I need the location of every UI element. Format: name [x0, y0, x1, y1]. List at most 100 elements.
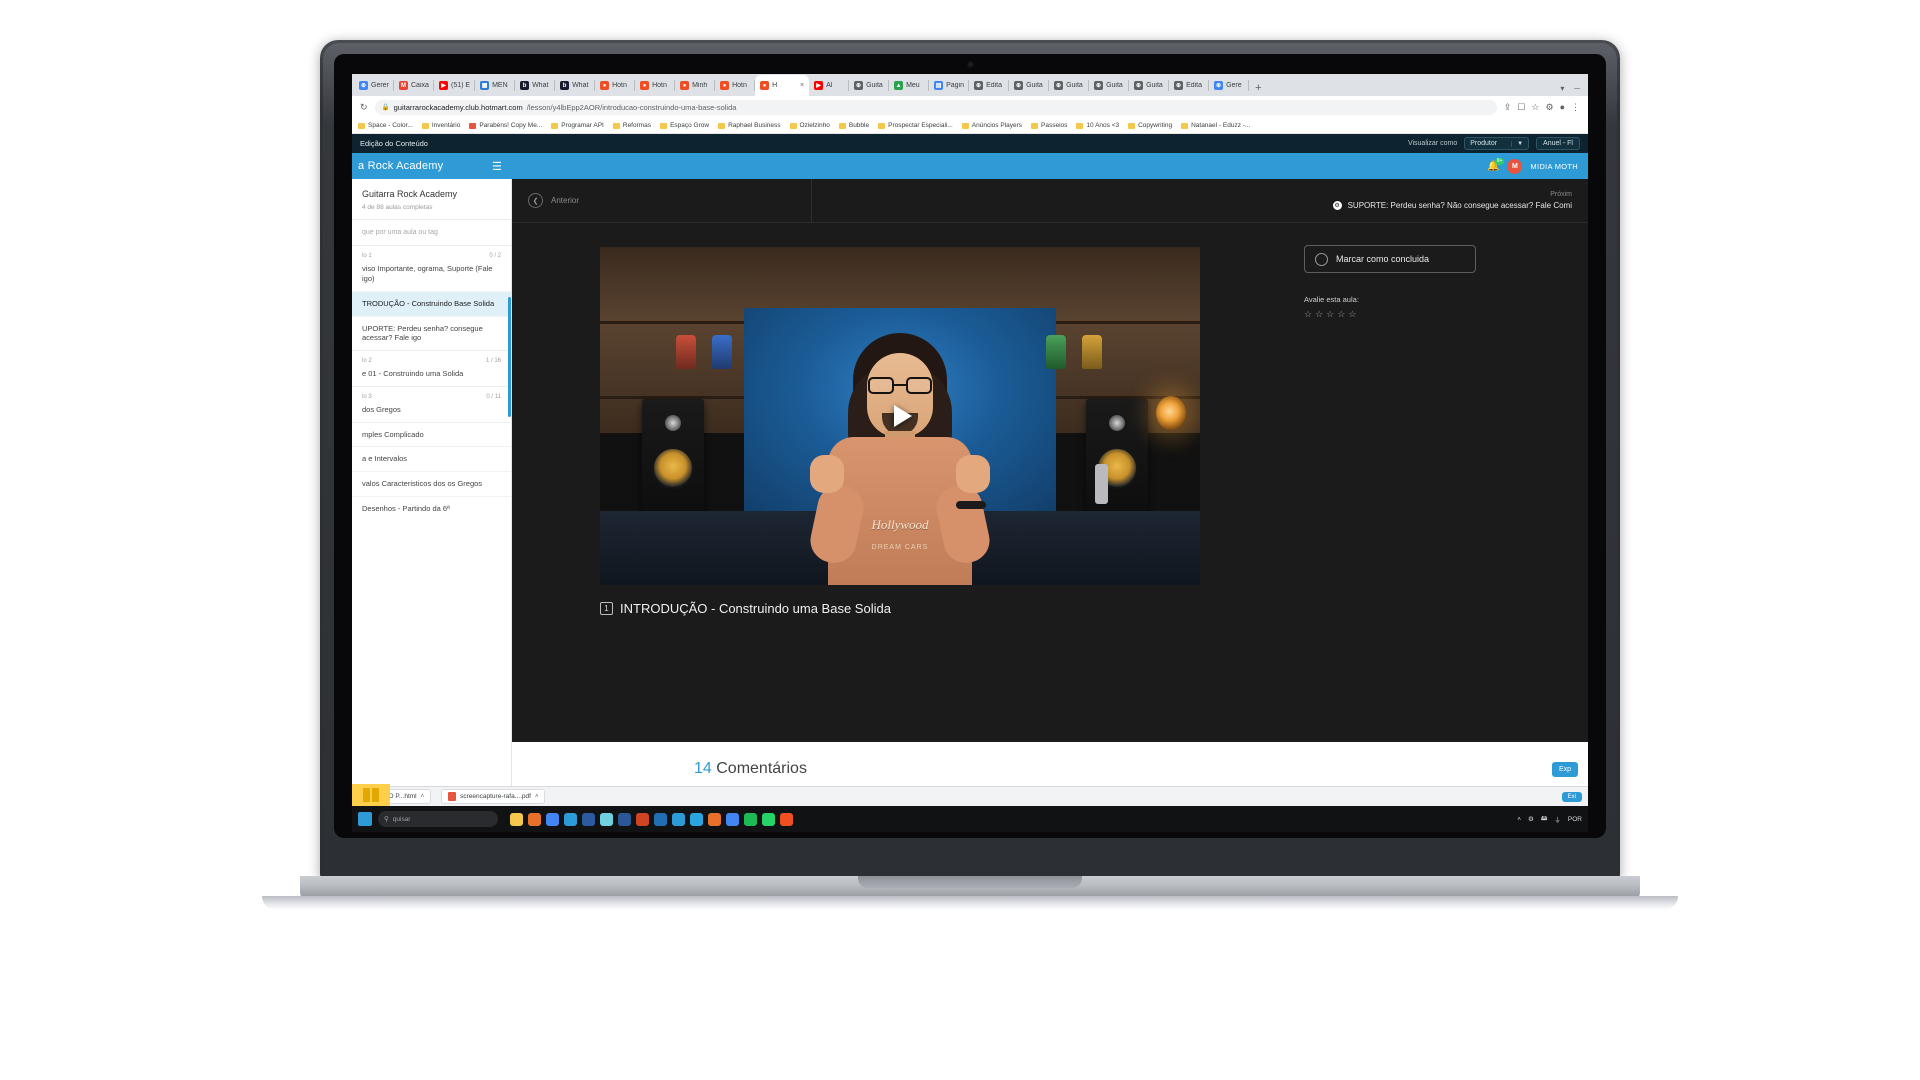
- powerpoint-icon[interactable]: [636, 812, 649, 826]
- hamburger-icon[interactable]: ☰: [492, 160, 502, 173]
- star-icon[interactable]: ☆: [1348, 309, 1356, 320]
- sidebar-search-input[interactable]: que por uma aula ou tag: [352, 220, 511, 247]
- bookmark-item[interactable]: Space - Color...: [358, 122, 413, 129]
- bookmark-item[interactable]: Inventário: [421, 122, 460, 129]
- sidebar-module-header[interactable]: lo 1 0 / 2: [352, 246, 511, 261]
- chrome2-icon[interactable]: [726, 812, 739, 826]
- bookmark-item[interactable]: Natanael - Eduzz -...: [1181, 122, 1250, 129]
- hotmart-icon[interactable]: [780, 812, 793, 826]
- spotify-icon[interactable]: [744, 812, 757, 826]
- tray-item[interactable]: ˄: [1517, 816, 1521, 823]
- comments-action-button[interactable]: Exp: [1551, 762, 1578, 777]
- browser-tab[interactable]: ⊕ Edita: [969, 75, 1010, 96]
- tray-item[interactable]: ⚙: [1528, 815, 1534, 823]
- next-lesson-button[interactable]: Próxim ⚙ SUPORTE: Perdeu senha? Não cons…: [812, 179, 1588, 222]
- browser-tab[interactable]: ⊕ Gere: [1209, 75, 1250, 96]
- extension-icon[interactable]: ⚙: [1545, 102, 1553, 112]
- browser-tab[interactable]: ▶ (51) E: [434, 75, 476, 96]
- minimize-icon[interactable]: ─: [1574, 84, 1580, 93]
- sidebar-scrollbar[interactable]: [508, 297, 511, 417]
- sidebar-item-lesson[interactable]: viso Importante, ograma, Suporte (Fale i…: [352, 261, 511, 291]
- browser-tab[interactable]: ⊕ Guita: [1129, 75, 1170, 96]
- star-icon[interactable]: ☆: [1326, 309, 1334, 320]
- bookmark-item[interactable]: Ozielzinho: [789, 122, 830, 129]
- file-explorer-window[interactable]: [352, 784, 390, 806]
- browser-tab[interactable]: M Caixa: [394, 75, 434, 96]
- browser-tab[interactable]: ⊕ Guita: [1009, 75, 1050, 96]
- share-icon[interactable]: ⇪: [1504, 102, 1512, 112]
- address-bar[interactable]: 🔒 guitarrarockacademy.club.hotmart.com/l…: [374, 99, 1497, 115]
- avatar[interactable]: M: [1507, 158, 1523, 174]
- bookmark-star-icon[interactable]: ☆: [1531, 102, 1539, 112]
- bookmark-item[interactable]: Prospectar Especiali...: [878, 122, 953, 129]
- profile-icon[interactable]: ●: [1560, 102, 1565, 112]
- mail-icon[interactable]: [654, 812, 667, 826]
- sidebar-item-lesson[interactable]: dos Gregos: [352, 402, 511, 422]
- chevron-down-icon[interactable]: ▾: [1560, 84, 1564, 93]
- sidebar-item-lesson[interactable]: valos Caracteristicos dos os Gregos: [352, 471, 511, 496]
- browser-tab[interactable]: ⊕ Guita: [1089, 75, 1130, 96]
- bookmark-item[interactable]: 10 Anos <3: [1076, 122, 1119, 129]
- bookmark-item[interactable]: Copywriting: [1128, 122, 1172, 129]
- sidebar-module-header[interactable]: lo 2 1 / 16: [352, 350, 511, 366]
- search-input[interactable]: ⚲ quisar: [378, 811, 498, 827]
- bookmark-item[interactable]: Parabéns! Copy Me...: [469, 122, 542, 129]
- firefox-icon[interactable]: [528, 812, 541, 826]
- chevron-up-icon[interactable]: ˄: [421, 794, 425, 800]
- bookmark-item[interactable]: Espaço Grow: [660, 122, 709, 129]
- windows-icon[interactable]: [358, 812, 372, 826]
- whatsapp-icon[interactable]: [762, 812, 775, 826]
- word-icon[interactable]: [618, 812, 631, 826]
- star-icon[interactable]: ☆: [1315, 309, 1323, 320]
- edge-icon[interactable]: [564, 812, 577, 826]
- download-item[interactable]: screencapture-rafa....pdf ˄: [441, 789, 546, 804]
- bell-icon[interactable]: 🔔 9+: [1487, 157, 1505, 172]
- sidebar-module-header[interactable]: lo 3 0 / 11: [352, 385, 511, 402]
- reload-icon[interactable]: ↻: [360, 102, 368, 112]
- window-icon[interactable]: ☐: [1517, 102, 1525, 112]
- previous-lesson-button[interactable]: ❮ Anterior: [512, 179, 812, 222]
- browser-tab[interactable]: ● Minh: [675, 75, 716, 96]
- more-menu-icon[interactable]: ⋮: [1571, 102, 1580, 112]
- bookmark-item[interactable]: Reformas: [612, 122, 651, 129]
- admin-user-button[interactable]: Anuel - Fl: [1536, 137, 1580, 150]
- photoshop-icon[interactable]: [582, 812, 595, 826]
- tray-item[interactable]: 🖴: [1541, 814, 1548, 825]
- bookmark-item[interactable]: Passeios: [1031, 122, 1067, 129]
- browser-tab[interactable]: b What: [515, 75, 556, 96]
- close-icon[interactable]: ×: [800, 82, 804, 89]
- tray-item[interactable]: POR: [1568, 816, 1582, 823]
- telegram-icon[interactable]: [690, 812, 703, 826]
- browser-tab[interactable]: ● Hotn: [715, 75, 756, 96]
- sidebar-item-lesson[interactable]: UPORTE: Perdeu senha? consegue acessar? …: [352, 315, 511, 351]
- browser-tab[interactable]: ⊕ Gerer: [354, 75, 394, 96]
- store-icon[interactable]: [672, 812, 685, 826]
- chrome-icon[interactable]: [546, 812, 559, 826]
- video-player[interactable]: Hollywood DREAM CARS: [600, 247, 1200, 585]
- firefox2-icon[interactable]: [708, 812, 721, 826]
- brand-area[interactable]: a Rock Academy ☰: [352, 153, 512, 179]
- bookmark-item[interactable]: Programar API: [551, 122, 604, 129]
- sidebar-item-lesson[interactable]: e 01 - Construindo uma Solida: [352, 366, 511, 386]
- tray-item[interactable]: ⏚: [1554, 814, 1561, 824]
- rating-stars[interactable]: ☆ ☆ ☆ ☆ ☆: [1304, 309, 1572, 320]
- star-icon[interactable]: ☆: [1304, 309, 1312, 320]
- sidebar-item-lesson[interactable]: mples Complicado: [352, 421, 511, 447]
- bookmark-item[interactable]: Raphael Business: [718, 122, 781, 129]
- sidebar-item-lesson[interactable]: a e Intervalos: [352, 446, 511, 471]
- browser-tab[interactable]: ▤ Pagin: [929, 75, 970, 96]
- bookmark-item[interactable]: Anúncios Players: [961, 122, 1022, 129]
- sidebar-item-active-lesson[interactable]: TRODUÇÃO - Construindo Base Solida: [352, 290, 511, 316]
- star-icon[interactable]: ☆: [1337, 309, 1345, 320]
- browser-tab[interactable]: ▦ MEN: [475, 75, 516, 96]
- sidebar-item-lesson[interactable]: Desenhos - Partindo da 6ª: [352, 495, 511, 521]
- browser-tab[interactable]: ▶ Al: [809, 75, 850, 96]
- chevron-up-icon[interactable]: ˄: [535, 794, 539, 800]
- browser-tab[interactable]: ⊕ Edita: [1169, 75, 1210, 96]
- browser-tab[interactable]: b What: [555, 75, 596, 96]
- browser-tab[interactable]: ● H ×: [755, 75, 810, 96]
- view-as-select[interactable]: Produtor ▼: [1464, 137, 1530, 150]
- file-explorer-icon[interactable]: [510, 812, 523, 826]
- browser-tab[interactable]: ▲ Meu: [889, 75, 930, 96]
- browser-tab[interactable]: ⊕ Guita: [849, 75, 890, 96]
